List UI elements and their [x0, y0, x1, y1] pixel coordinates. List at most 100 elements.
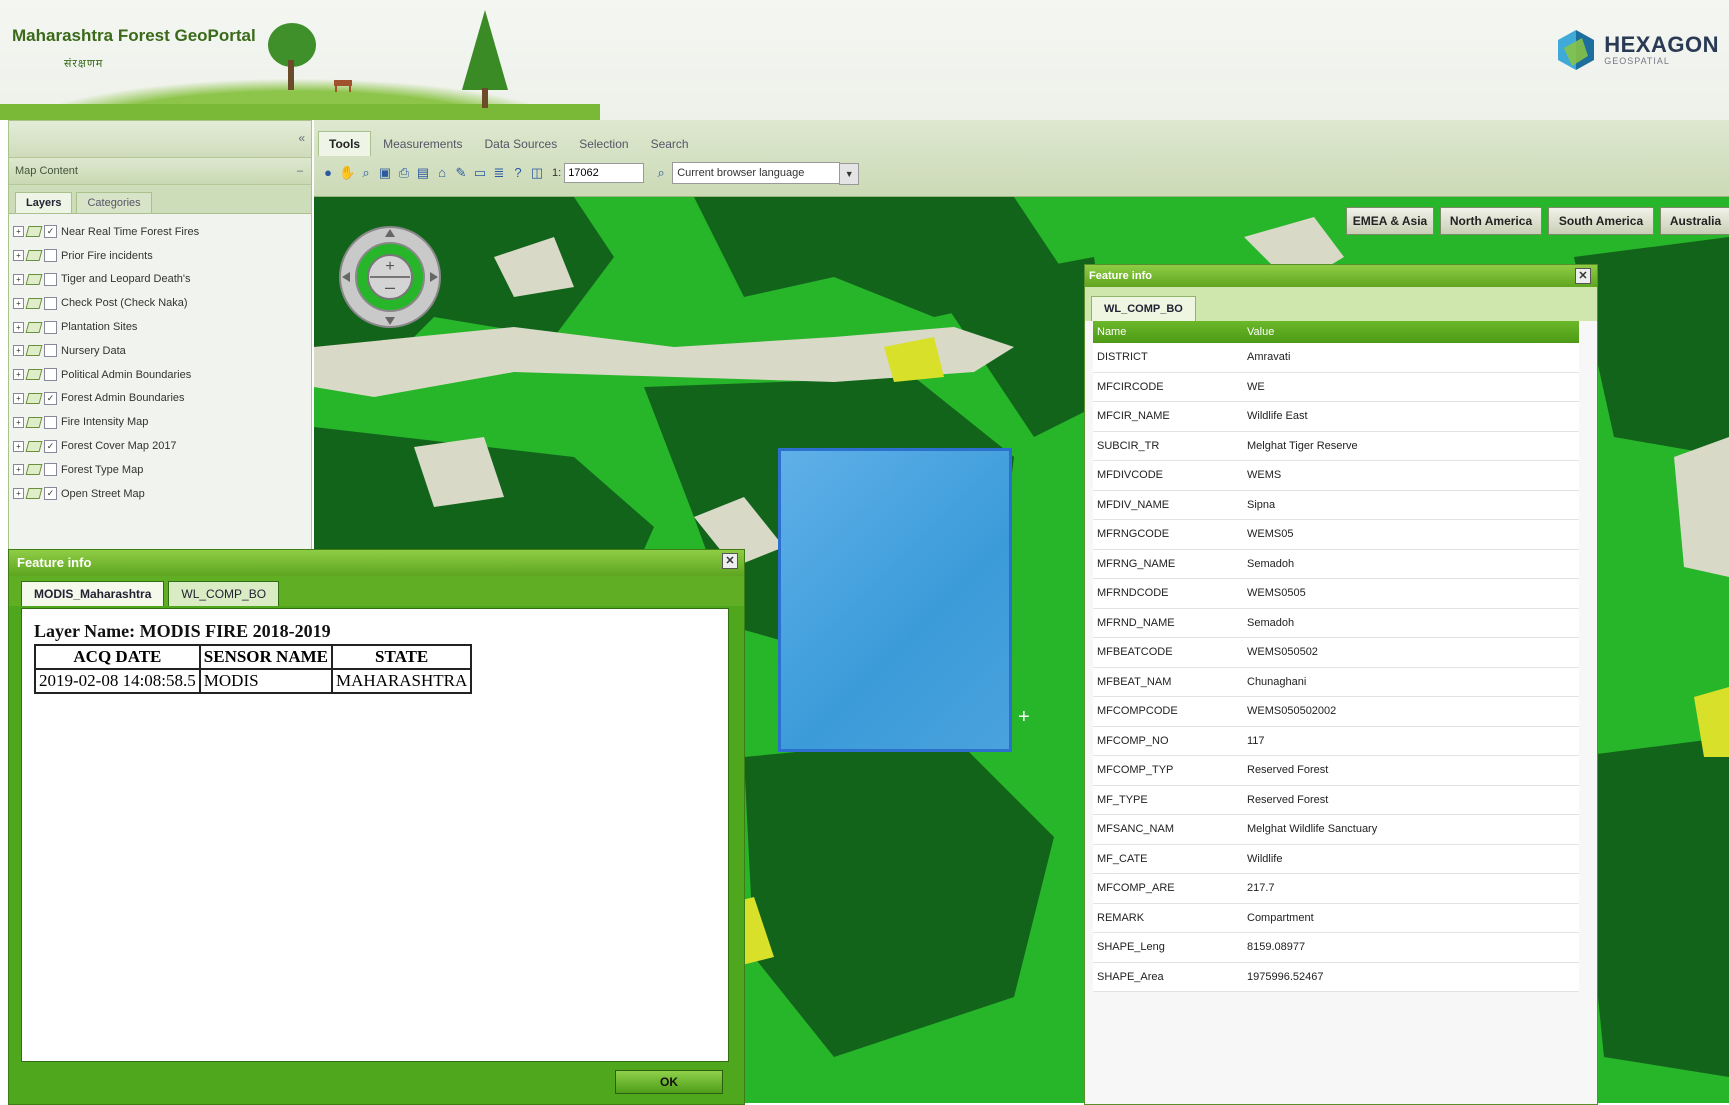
- tab-categories[interactable]: Categories: [76, 192, 152, 213]
- layer-checkbox[interactable]: ✓: [44, 391, 57, 405]
- table-row[interactable]: MFDIV_NAME Sipna: [1093, 490, 1579, 520]
- close-icon[interactable]: ✕: [722, 553, 738, 569]
- tab-data-sources[interactable]: Data Sources: [474, 132, 567, 156]
- selected-area-box[interactable]: [778, 448, 1012, 752]
- tab-wl-comp-bo[interactable]: WL_COMP_BO: [168, 581, 280, 606]
- layer-checkbox[interactable]: ✓: [44, 487, 57, 501]
- collapse-panel-button[interactable]: «: [298, 131, 305, 145]
- magnifier-icon[interactable]: ⌕: [653, 165, 669, 181]
- layer-item[interactable]: + ✓ Forest Cover Map 2017: [13, 434, 307, 458]
- link-icon[interactable]: ✎: [453, 165, 469, 181]
- table-row[interactable]: MFCIRCODE WE: [1093, 372, 1579, 402]
- folder-icon[interactable]: ▭: [472, 165, 488, 181]
- column-header-value[interactable]: Value: [1243, 321, 1579, 343]
- expand-icon[interactable]: +: [13, 250, 24, 262]
- table-row[interactable]: MFCIR_NAME Wildlife East: [1093, 401, 1579, 432]
- layer-checkbox[interactable]: [44, 463, 57, 477]
- layer-checkbox[interactable]: [44, 415, 57, 429]
- table-row[interactable]: MFDIVCODE WEMS: [1093, 460, 1579, 491]
- layer-item[interactable]: + Forest Type Map: [13, 458, 307, 482]
- region-button-australia[interactable]: Australia: [1660, 207, 1729, 235]
- expand-icon[interactable]: +: [13, 297, 24, 309]
- close-icon[interactable]: ✕: [1575, 268, 1591, 284]
- language-select[interactable]: Current browser language ▼: [672, 162, 860, 185]
- expand-icon[interactable]: +: [13, 321, 24, 333]
- table-row[interactable]: SUBCIR_TR Melghat Tiger Reserve: [1093, 431, 1579, 461]
- info-icon[interactable]: ●: [320, 165, 336, 181]
- pan-icon[interactable]: ✋: [339, 165, 355, 181]
- expand-icon[interactable]: +: [13, 440, 24, 452]
- expand-icon[interactable]: +: [13, 416, 24, 428]
- table-row[interactable]: MFRND_NAME Semadoh: [1093, 608, 1579, 638]
- attribute-value: Wildlife: [1243, 844, 1579, 874]
- table-row[interactable]: MFBEAT_NAM Chunaghani: [1093, 667, 1579, 697]
- tab-layers[interactable]: Layers: [15, 192, 73, 213]
- layer-item[interactable]: + Plantation Sites: [13, 315, 307, 339]
- table-row[interactable]: REMARK Compartment: [1093, 903, 1579, 933]
- tab-wl-comp-bo[interactable]: WL_COMP_BO: [1091, 296, 1196, 321]
- home-icon[interactable]: ⌂: [434, 165, 450, 181]
- table-icon[interactable]: ▤: [415, 165, 431, 181]
- region-button-south-america[interactable]: South America: [1548, 207, 1654, 235]
- layer-checkbox[interactable]: [44, 249, 57, 263]
- tab-selection[interactable]: Selection: [569, 132, 638, 156]
- minimize-icon[interactable]: –: [297, 158, 303, 184]
- main-tabs: Tools Measurements Data Sources Selectio…: [314, 120, 1729, 156]
- table-row[interactable]: MF_TYPE Reserved Forest: [1093, 785, 1579, 815]
- help-icon[interactable]: ?: [510, 165, 526, 181]
- tab-modis-maharashtra[interactable]: MODIS_Maharashtra: [21, 581, 165, 606]
- zoom-icon[interactable]: ⌕: [358, 165, 374, 181]
- layers-icon[interactable]: ≣: [491, 165, 507, 181]
- table-row[interactable]: MFSANC_NAM Melghat Wildlife Sanctuary: [1093, 814, 1579, 845]
- table-row[interactable]: MFCOMPCODE WEMS050502002: [1093, 696, 1579, 727]
- table-row[interactable]: MF_CATE Wildlife: [1093, 844, 1579, 874]
- region-button-emea-asia[interactable]: EMEA & Asia: [1346, 207, 1434, 235]
- layer-item[interactable]: + Nursery Data: [13, 339, 307, 363]
- map-content-header: Map Content –: [9, 158, 311, 185]
- expand-icon[interactable]: +: [13, 369, 24, 381]
- table-row[interactable]: MFRNG_NAME Semadoh: [1093, 549, 1579, 579]
- expand-icon[interactable]: +: [13, 488, 24, 500]
- table-row[interactable]: MFRNDCODE WEMS0505: [1093, 578, 1579, 609]
- column-header-name[interactable]: Name: [1093, 321, 1243, 343]
- layer-item[interactable]: + Tiger and Leopard Death's: [13, 268, 307, 292]
- layer-checkbox[interactable]: [44, 296, 57, 310]
- layer-checkbox[interactable]: ✓: [44, 225, 57, 239]
- layer-checkbox[interactable]: [44, 320, 57, 334]
- chevron-down-icon[interactable]: ▼: [839, 163, 860, 185]
- print-icon[interactable]: ⎙: [396, 165, 412, 181]
- log-icon[interactable]: ◫: [529, 165, 545, 181]
- tab-search[interactable]: Search: [641, 132, 699, 156]
- tab-measurements[interactable]: Measurements: [373, 132, 472, 156]
- expand-icon[interactable]: +: [13, 273, 24, 285]
- expand-icon[interactable]: +: [13, 345, 24, 357]
- table-row[interactable]: MFCOMP_TYP Reserved Forest: [1093, 755, 1579, 786]
- layer-item[interactable]: + ✓ Near Real Time Forest Fires: [13, 220, 307, 244]
- layer-checkbox[interactable]: ✓: [44, 439, 57, 453]
- table-row[interactable]: MFCOMP_NO 117: [1093, 726, 1579, 756]
- layer-item[interactable]: + Prior Fire incidents: [13, 244, 307, 268]
- table-row[interactable]: MFRNGCODE WEMS05: [1093, 519, 1579, 550]
- layer-item[interactable]: + Fire Intensity Map: [13, 410, 307, 434]
- ok-button[interactable]: OK: [615, 1070, 723, 1094]
- expand-icon[interactable]: +: [13, 226, 24, 238]
- layer-checkbox[interactable]: [44, 272, 57, 286]
- map-navigation-control[interactable]: + –: [338, 225, 442, 347]
- layer-item[interactable]: + Political Admin Boundaries: [13, 363, 307, 387]
- layer-item[interactable]: + Check Post (Check Naka): [13, 291, 307, 315]
- expand-icon[interactable]: +: [13, 464, 24, 476]
- layer-checkbox[interactable]: [44, 344, 57, 358]
- layer-item[interactable]: + ✓ Forest Admin Boundaries: [13, 387, 307, 411]
- table-row[interactable]: SHAPE_Area 1975996.52467: [1093, 962, 1579, 992]
- expand-icon[interactable]: +: [13, 392, 24, 404]
- save-icon[interactable]: ▣: [377, 165, 393, 181]
- layer-checkbox[interactable]: [44, 368, 57, 382]
- tab-tools[interactable]: Tools: [318, 131, 372, 156]
- table-row[interactable]: MFBEATCODE WEMS050502: [1093, 637, 1579, 668]
- table-row[interactable]: DISTRICT Amravati: [1093, 343, 1579, 373]
- layer-item[interactable]: + ✓ Open Street Map: [13, 482, 307, 506]
- scale-input[interactable]: [564, 163, 645, 183]
- table-row[interactable]: SHAPE_Leng 8159.08977: [1093, 932, 1579, 963]
- table-row[interactable]: MFCOMP_ARE 217.7: [1093, 873, 1579, 904]
- region-button-north-america[interactable]: North America: [1440, 207, 1542, 235]
